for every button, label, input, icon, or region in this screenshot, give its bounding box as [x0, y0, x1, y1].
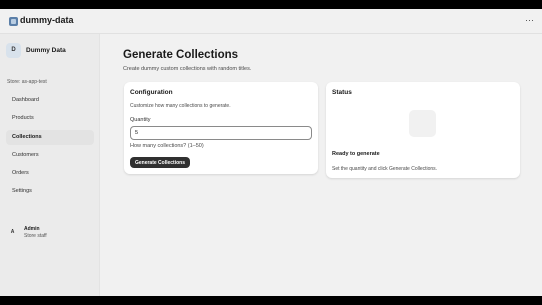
status-title: Status — [332, 89, 352, 96]
status-description: Set the quantity and click Generate Coll… — [332, 166, 438, 172]
sidebar-item-settings[interactable]: Settings — [6, 184, 94, 199]
quantity-label: Quantity — [130, 117, 151, 123]
user-role: Store staff — [24, 233, 47, 239]
sidebar: D Dummy Data Store: as-app-test Dashboar… — [0, 34, 100, 296]
generate-collections-button[interactable]: Generate Collections — [130, 157, 190, 168]
quantity-help-text: How many collections? (1–50) — [130, 143, 204, 149]
sidebar-item-orders[interactable]: Orders — [6, 166, 94, 181]
sidebar-item-products[interactable]: Products — [6, 111, 94, 126]
sidebar-item-customers[interactable]: Customers — [6, 148, 94, 163]
configuration-title: Configuration — [130, 89, 173, 96]
status-card: Status Ready to generate Set the quantit… — [326, 82, 520, 178]
page-title: Generate Collections — [123, 49, 239, 61]
sidebar-item-collections[interactable]: Collections — [6, 129, 94, 145]
store-name: Dummy Data — [26, 47, 66, 54]
sidebar-nav: Dashboard Products Collections Customers… — [6, 93, 94, 203]
status-placeholder-icon — [409, 110, 436, 137]
app-title: dummy-data — [20, 15, 74, 25]
app-window: dummy-data ··· D Dummy Data Store: as-ap… — [0, 9, 542, 296]
store-avatar: D — [6, 43, 21, 58]
user-name: Admin — [24, 226, 40, 232]
status-heading: Ready to generate — [332, 151, 380, 157]
user-avatar: A — [10, 229, 15, 235]
quantity-input[interactable] — [130, 126, 312, 140]
top-bar: dummy-data ··· — [0, 9, 542, 34]
sidebar-item-dashboard[interactable]: Dashboard — [6, 93, 94, 108]
page-subtitle: Create dummy custom collections with ran… — [123, 66, 252, 72]
configuration-card: Configuration Customize how many collect… — [124, 82, 318, 174]
more-options-icon[interactable]: ··· — [525, 15, 534, 25]
app-icon — [9, 17, 18, 26]
configuration-description: Customize how many collections to genera… — [130, 103, 231, 109]
store-domain: Store: as-app-test — [7, 79, 47, 85]
